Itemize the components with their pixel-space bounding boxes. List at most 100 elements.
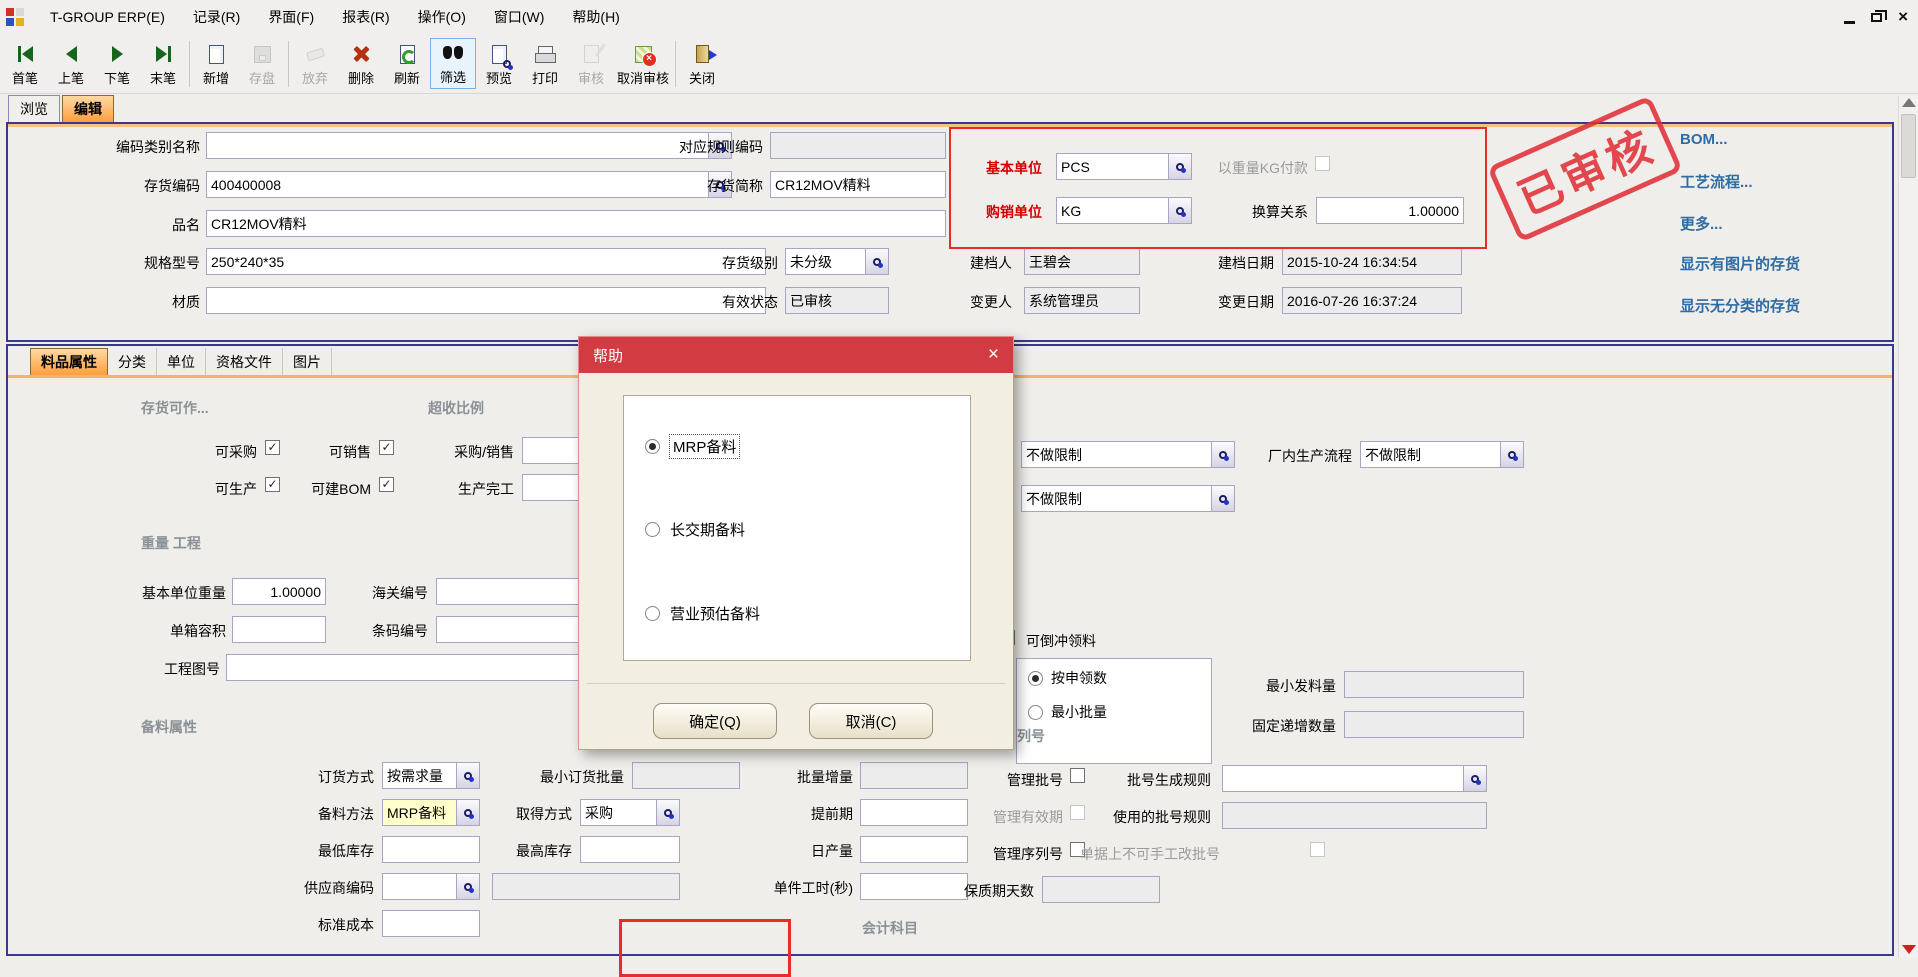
refresh-icon — [400, 42, 415, 66]
menu-help[interactable]: 帮助(H) — [560, 3, 631, 31]
nav-first-icon — [18, 42, 33, 66]
lookup-icon[interactable] — [866, 248, 889, 275]
can-buy-checkbox[interactable] — [265, 440, 280, 455]
audit-doc-icon — [584, 42, 599, 66]
close-window-button[interactable]: 关闭 — [679, 40, 725, 89]
radio-icon — [1028, 705, 1043, 720]
lookup-icon[interactable] — [457, 873, 480, 900]
link-more[interactable]: 更多... — [1680, 213, 1723, 234]
item-level-field: 未分级 — [785, 248, 889, 275]
used-rule-field — [1222, 802, 1487, 829]
std-cost-field — [382, 910, 480, 937]
spec-model-label: 规格型号 — [60, 253, 200, 273]
no-manual-batch-label: 单据上不可手工改批号 — [1080, 844, 1302, 864]
issue-mode-by-request[interactable]: 按申领数 — [1028, 668, 1107, 688]
close-door-icon — [696, 42, 709, 66]
backflush-label: 可倒冲领料 — [1026, 631, 1138, 651]
menu-interface[interactable]: 界面(F) — [256, 3, 326, 31]
menu-report[interactable]: 报表(R) — [330, 3, 401, 31]
menu-record[interactable]: 记录(R) — [181, 3, 252, 31]
first-record-button[interactable]: 首笔 — [2, 40, 48, 89]
min-stock-label: 最低库存 — [298, 841, 374, 861]
link-show-unclassified[interactable]: 显示无分类的存货 — [1680, 295, 1800, 316]
cancel-audit-button[interactable]: 取消审核 — [614, 40, 672, 89]
batch-serial-partial-title: 列号 — [1017, 726, 1045, 746]
toolbar: 首笔 上笔 下笔 末笔 新增 存盘 放弃 删除 刷新 筛选 预览 打印 审核 取… — [0, 34, 1918, 94]
min-order-label: 最小订货批量 — [497, 767, 624, 787]
fixed-increment-field — [1344, 711, 1524, 738]
box-volume-field — [232, 616, 326, 643]
link-show-with-images[interactable]: 显示有图片的存货 — [1680, 253, 1800, 274]
lookup-icon[interactable] — [1212, 485, 1235, 512]
scrollbar-thumb[interactable] — [1901, 114, 1916, 178]
production-ratio-label: 生产完工 — [420, 479, 514, 499]
lookup-icon[interactable] — [457, 762, 480, 789]
scroll-down-icon[interactable] — [1902, 945, 1916, 954]
dialog-close-icon[interactable]: × — [988, 345, 999, 365]
link-bom[interactable]: BOM... — [1680, 131, 1728, 148]
tab-edit[interactable]: 编辑 — [62, 95, 114, 122]
tab-item-properties[interactable]: 料品属性 — [30, 348, 108, 375]
restore-icon[interactable] — [1871, 13, 1882, 22]
last-record-button[interactable]: 末笔 — [140, 40, 186, 89]
audit-button: 审核 — [568, 40, 614, 89]
option-annotation-box — [619, 919, 791, 977]
option-long-lead-prep[interactable]: 长交期备料 — [645, 519, 745, 540]
tab-units[interactable]: 单位 — [157, 348, 206, 375]
lookup-icon[interactable] — [1501, 441, 1524, 468]
supplier-name-field — [492, 873, 680, 900]
discard-button: 放弃 — [292, 40, 338, 89]
can-bom-checkbox[interactable] — [379, 477, 394, 492]
nav-next-icon — [112, 42, 123, 66]
lookup-icon[interactable] — [1464, 765, 1487, 792]
can-produce-checkbox[interactable] — [265, 477, 280, 492]
max-stock-label: 最高库存 — [490, 841, 572, 861]
menu-window[interactable]: 窗口(W) — [482, 3, 557, 31]
option-mrp-prep[interactable]: MRP备料 — [645, 435, 739, 458]
new-button[interactable]: 新增 — [193, 40, 239, 89]
can-sell-checkbox[interactable] — [379, 440, 394, 455]
manage-batch-checkbox[interactable] — [1070, 768, 1085, 783]
link-process-flow[interactable]: 工艺流程... — [1680, 171, 1753, 192]
lookup-icon[interactable] — [457, 799, 480, 826]
unit-time-label: 单件工时(秒) — [740, 878, 853, 898]
refresh-button[interactable]: 刷新 — [384, 40, 430, 89]
menu-operation[interactable]: 操作(O) — [406, 3, 478, 31]
modifier-label: 变更人 — [950, 292, 1012, 312]
vertical-scrollbar[interactable] — [1898, 96, 1918, 958]
batch-rule-field — [1222, 765, 1487, 792]
batch-rule-label: 批号生成规则 — [1102, 770, 1211, 790]
lookup-icon[interactable] — [1212, 441, 1235, 468]
dialog-ok-button[interactable]: 确定(Q) — [653, 703, 777, 739]
lookup-icon[interactable] — [657, 799, 680, 826]
preview-icon — [492, 42, 507, 66]
preview-button[interactable]: 预览 — [476, 40, 522, 89]
prep-section-title: 备料属性 — [141, 717, 197, 737]
scroll-up-icon[interactable] — [1902, 98, 1916, 107]
tab-browse[interactable]: 浏览 — [8, 95, 60, 122]
prev-record-button[interactable]: 上笔 — [48, 40, 94, 89]
filter-button[interactable]: 筛选 — [430, 38, 476, 89]
minimize-icon[interactable] — [1844, 21, 1855, 24]
dialog-cancel-button[interactable]: 取消(C) — [809, 703, 933, 739]
rule-code-label: 对应规则编码 — [649, 137, 763, 157]
issue-mode-min-batch[interactable]: 最小批量 — [1028, 702, 1107, 722]
next-record-button[interactable]: 下笔 — [94, 40, 140, 89]
min-stock-field — [382, 836, 480, 863]
print-button[interactable]: 打印 — [522, 40, 568, 89]
order-mode-field: 按需求量 — [382, 762, 480, 789]
lead-time-field — [860, 799, 968, 826]
item-abbr-label: 存货简称 — [649, 176, 763, 196]
tab-images[interactable]: 图片 — [283, 348, 332, 375]
window-controls: × — [1844, 7, 1908, 27]
tab-classification[interactable]: 分类 — [108, 348, 157, 375]
delete-button[interactable]: 删除 — [338, 40, 384, 89]
close-icon[interactable]: × — [1898, 8, 1908, 26]
order-mode-label: 订货方式 — [298, 767, 374, 787]
toolbar-separator — [288, 41, 289, 87]
customs-code-label: 海关编号 — [350, 583, 428, 603]
menu-app[interactable]: T-GROUP ERP(E) — [38, 5, 177, 29]
radio-icon — [645, 522, 660, 537]
option-sales-forecast-prep[interactable]: 营业预估备料 — [645, 603, 760, 624]
tab-qualification-files[interactable]: 资格文件 — [206, 348, 283, 375]
